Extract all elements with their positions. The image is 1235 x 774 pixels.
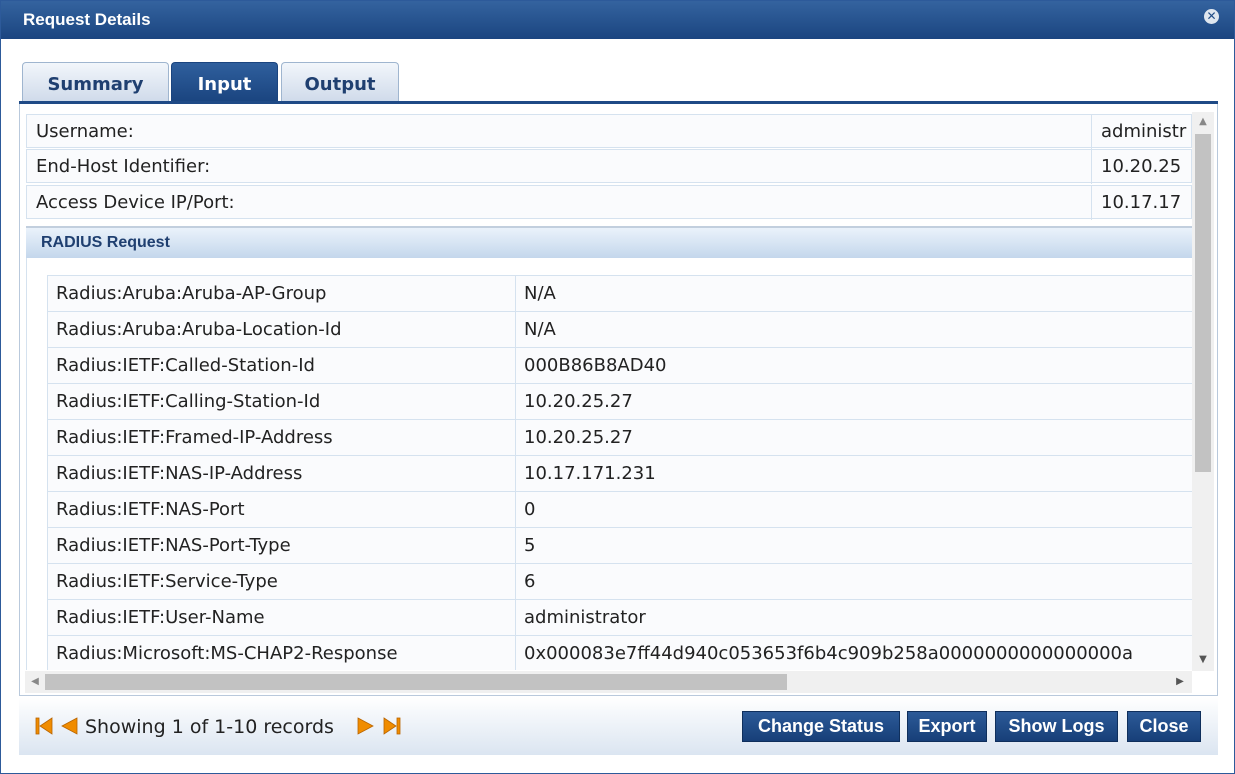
field-value: 10.17.17 xyxy=(1101,192,1182,213)
radius-attribute-name: Radius:IETF:Calling-Station-Id xyxy=(56,391,321,412)
scroll-left-arrow-icon[interactable]: ◀ xyxy=(25,671,45,693)
request-details-dialog: Request Details ✕ Summary Input Output U… xyxy=(0,0,1235,774)
radius-attribute-value: 10.17.171.231 xyxy=(524,463,656,484)
radius-attribute-name: Radius:IETF:NAS-Port xyxy=(56,499,245,520)
first-page-icon[interactable] xyxy=(35,717,53,735)
radius-attribute-name: Radius:Aruba:Aruba-Location-Id xyxy=(56,319,342,340)
horizontal-scrollbar[interactable]: ◀ ▶ xyxy=(25,671,1192,693)
radius-attribute-name: Radius:Microsoft:MS-CHAP2-Response xyxy=(56,643,398,664)
tab-summary[interactable]: Summary xyxy=(22,62,169,102)
change-status-button[interactable]: Change Status xyxy=(742,711,900,742)
radius-attribute-value: 10.20.25.27 xyxy=(524,391,633,412)
radius-row-radius-ietf-called-station-id: Radius:IETF:Called-Station-Id 000B86B8AD4… xyxy=(47,347,1192,384)
dialog-title: Request Details xyxy=(23,10,151,29)
vertical-scroll-thumb[interactable] xyxy=(1195,134,1211,472)
radius-row-radius-microsoft-ms-chap2-response: Radius:Microsoft:MS-CHAP2-Response 0x0000… xyxy=(47,635,1192,670)
export-button[interactable]: Export xyxy=(907,711,987,742)
radius-attribute-name: Radius:IETF:Called-Station-Id xyxy=(56,355,315,376)
radius-row-radius-aruba-aruba-location-id: Radius:Aruba:Aruba-Location-Id N/A xyxy=(47,311,1192,348)
radius-row-radius-ietf-user-name: Radius:IETF:User-Name administrator xyxy=(47,599,1192,636)
close-button[interactable]: Close xyxy=(1127,711,1201,742)
pager-status: Showing 1 of 1-10 records xyxy=(85,716,334,738)
field-label: Username: xyxy=(36,121,134,142)
radius-row-radius-ietf-nas-port: Radius:IETF:NAS-Port 0 xyxy=(47,491,1192,528)
radius-row-radius-aruba-aruba-ap-group: Radius:Aruba:Aruba-AP-Group N/A xyxy=(47,275,1192,312)
radius-attribute-name: Radius:IETF:User-Name xyxy=(56,607,265,628)
scroll-down-arrow-icon[interactable]: ▼ xyxy=(1192,650,1214,670)
dialog-footer: Showing 1 of 1-10 records Change Status … xyxy=(19,697,1218,755)
scroll-up-arrow-icon[interactable]: ▲ xyxy=(1192,112,1214,132)
title-bar: Request Details ✕ xyxy=(1,1,1234,39)
radius-section-header: RADIUS Request xyxy=(26,226,1192,258)
field-value: 10.20.25 xyxy=(1101,156,1182,177)
radius-attribute-value: N/A xyxy=(524,319,556,340)
section-title: RADIUS Request xyxy=(41,234,170,251)
radius-section-body: Radius:Aruba:Aruba-AP-Group N/A Radius:Aru… xyxy=(26,258,1192,670)
radius-attribute-name: Radius:Aruba:Aruba-AP-Group xyxy=(56,283,327,304)
radius-attribute-name: Radius:IETF:NAS-Port-Type xyxy=(56,535,291,556)
radius-attribute-value: N/A xyxy=(524,283,556,304)
radius-row-radius-ietf-service-type: Radius:IETF:Service-Type 6 xyxy=(47,563,1192,600)
field-label: End-Host Identifier: xyxy=(36,156,211,177)
field-row-end-host: End-Host Identifier: 10.20.25 xyxy=(26,149,1192,184)
radius-row-radius-ietf-calling-station-id: Radius:IETF:Calling-Station-Id 10.20.25.2… xyxy=(47,383,1192,420)
radius-attribute-name: Radius:IETF:Service-Type xyxy=(56,571,278,592)
scroll-viewport[interactable]: Username: administr End-Host Identifier:… xyxy=(25,112,1192,670)
field-row-access-device: Access Device IP/Port: 10.17.17 xyxy=(26,185,1192,220)
radius-attribute-value: 5 xyxy=(524,535,536,556)
radius-attribute-value: 0 xyxy=(524,499,536,520)
field-row-username: Username: administr xyxy=(26,114,1192,149)
vertical-scrollbar[interactable]: ▲ ▼ xyxy=(1192,112,1214,671)
field-label: Access Device IP/Port: xyxy=(36,192,235,213)
tab-input[interactable]: Input xyxy=(171,62,278,102)
radius-row-radius-ietf-framed-ip-address: Radius:IETF:Framed-IP-Address 10.20.25.27 xyxy=(47,419,1192,456)
radius-attribute-value: 0x000083e7ff44d940c053653f6b4c909b258a00… xyxy=(524,643,1134,664)
radius-attribute-value: 6 xyxy=(524,571,536,592)
radius-attribute-value: 000B86B8AD40 xyxy=(524,355,667,376)
radius-attribute-value: 10.20.25.27 xyxy=(524,427,633,448)
last-page-icon[interactable] xyxy=(383,717,401,735)
input-panel: Username: administr End-Host Identifier:… xyxy=(19,104,1218,696)
previous-page-icon[interactable] xyxy=(60,717,78,735)
radius-attribute-name: Radius:IETF:NAS-IP-Address xyxy=(56,463,303,484)
next-page-icon[interactable] xyxy=(357,717,375,735)
radius-attribute-value: administrator xyxy=(524,607,646,628)
show-logs-button[interactable]: Show Logs xyxy=(995,711,1118,742)
scroll-right-arrow-icon[interactable]: ▶ xyxy=(1170,671,1190,693)
tab-output[interactable]: Output xyxy=(281,62,399,102)
radius-attribute-name: Radius:IETF:Framed-IP-Address xyxy=(56,427,333,448)
horizontal-scroll-thumb[interactable] xyxy=(45,674,787,690)
radius-row-radius-ietf-nas-port-type: Radius:IETF:NAS-Port-Type 5 xyxy=(47,527,1192,564)
field-value: administr xyxy=(1101,121,1187,142)
radius-row-radius-ietf-nas-ip-address: Radius:IETF:NAS-IP-Address 10.17.171.231 xyxy=(47,455,1192,492)
close-icon[interactable]: ✕ xyxy=(1204,9,1219,24)
